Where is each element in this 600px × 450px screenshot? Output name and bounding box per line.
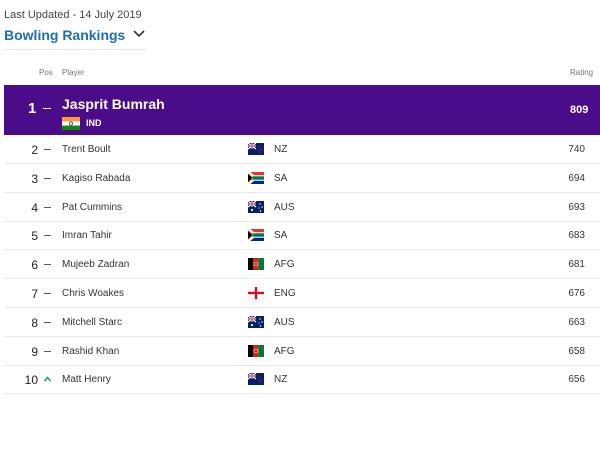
australia-flag-icon xyxy=(248,200,264,213)
england-flag-icon xyxy=(248,287,264,299)
player-name[interactable]: Kagiso Rabada xyxy=(62,173,130,184)
table-row[interactable]: 7 Chris Woakes ENG 676 xyxy=(4,279,600,308)
rating-value: 693 xyxy=(568,201,585,213)
column-header-rating: Rating xyxy=(570,68,594,77)
australia-flag-icon xyxy=(248,315,264,328)
rank-position: 7 xyxy=(31,287,38,301)
table-row[interactable]: 9 Rashid Khan AFG 658 xyxy=(4,337,600,366)
team-code: NZ xyxy=(274,144,288,155)
rating-value: 683 xyxy=(568,230,585,242)
rank-position: 2 xyxy=(31,143,38,157)
no-change-icon xyxy=(44,149,51,150)
table-row[interactable]: 8 Mitchell Starc AUS 663 xyxy=(4,308,600,337)
no-change-icon xyxy=(44,264,51,266)
new-zealand-flag-icon xyxy=(248,143,264,155)
team-code: IND xyxy=(86,118,102,128)
rank-position: 6 xyxy=(31,258,38,273)
rank-position: 1 xyxy=(28,100,37,117)
rating-value: 681 xyxy=(568,259,585,271)
player-name[interactable]: Trent Boult xyxy=(62,144,111,155)
player-name[interactable]: Matt Henry xyxy=(62,374,111,385)
rank-position: 4 xyxy=(31,200,38,215)
rank-position: 8 xyxy=(31,315,38,330)
player-name[interactable]: Mujeeb Zadran xyxy=(62,259,129,270)
new-zealand-flag-icon xyxy=(248,373,264,386)
team-code: NZ xyxy=(274,374,288,386)
rating-value: 658 xyxy=(568,345,585,357)
team-code: SA xyxy=(274,230,288,242)
rank-position: 3 xyxy=(31,171,38,186)
table-row[interactable]: 2 Trent Boult NZ 740 xyxy=(4,135,600,164)
player-name[interactable]: Chris Woakes xyxy=(62,288,124,299)
no-change-icon xyxy=(44,206,51,208)
rating-value: 656 xyxy=(568,374,585,386)
table-row[interactable]: 5 Imran Tahir SA 683 xyxy=(4,221,600,251)
player-name[interactable]: Pat Cummins xyxy=(62,202,122,213)
rating-value: 694 xyxy=(568,172,585,184)
afghanistan-flag-icon xyxy=(248,258,264,271)
rating-value: 663 xyxy=(568,316,585,328)
rating-value: 809 xyxy=(570,104,589,116)
no-change-icon xyxy=(44,177,51,179)
team-code: AUS xyxy=(274,201,295,213)
no-change-icon xyxy=(44,350,51,352)
table-row[interactable]: 4 Pat Cummins AUS 693 xyxy=(4,193,600,222)
rank-position: 9 xyxy=(31,344,38,359)
no-change-icon xyxy=(44,293,51,294)
rating-value: 676 xyxy=(568,288,585,299)
rank-up-icon xyxy=(43,376,52,382)
table-row[interactable]: 10 Matt Henry NZ 656 xyxy=(4,365,600,395)
rank-position: 5 xyxy=(31,229,38,244)
team-code: AFG xyxy=(274,345,295,357)
south-africa-flag-icon xyxy=(248,171,264,184)
last-updated: Last Updated - 14 July 2019 xyxy=(4,9,142,21)
team-code: AFG xyxy=(274,259,295,271)
rank-position: 10 xyxy=(24,373,38,388)
player-name[interactable]: Jasprit Bumrah xyxy=(62,96,165,112)
no-change-icon xyxy=(43,108,51,109)
player-name[interactable]: Mitchell Starc xyxy=(62,317,122,328)
team-code: AUS xyxy=(274,316,295,328)
column-header-pos: Pos xyxy=(39,68,53,77)
india-flag-icon xyxy=(62,117,80,130)
top-ranked-row[interactable]: 1 Jasprit Bumrah IND 809 xyxy=(4,85,600,135)
rankings-dropdown-label: Bowling Rankings xyxy=(4,27,126,43)
chevron-down-icon[interactable] xyxy=(132,28,146,40)
player-name[interactable]: Rashid Khan xyxy=(62,346,119,357)
player-name[interactable]: Imran Tahir xyxy=(62,230,112,241)
no-change-icon xyxy=(44,235,51,237)
table-row[interactable]: 6 Mujeeb Zadran AFG 681 xyxy=(4,250,600,280)
team-code: ENG xyxy=(274,288,296,299)
table-row[interactable]: 3 Kagiso Rabada SA 694 xyxy=(4,164,600,193)
no-change-icon xyxy=(44,321,51,323)
south-africa-flag-icon xyxy=(248,229,264,242)
rankings-dropdown[interactable]: Bowling Rankings xyxy=(4,26,147,50)
column-header-player: Player xyxy=(62,68,85,77)
afghanistan-flag-icon xyxy=(248,344,264,357)
team-code: SA xyxy=(274,172,288,184)
rating-value: 740 xyxy=(568,144,585,155)
